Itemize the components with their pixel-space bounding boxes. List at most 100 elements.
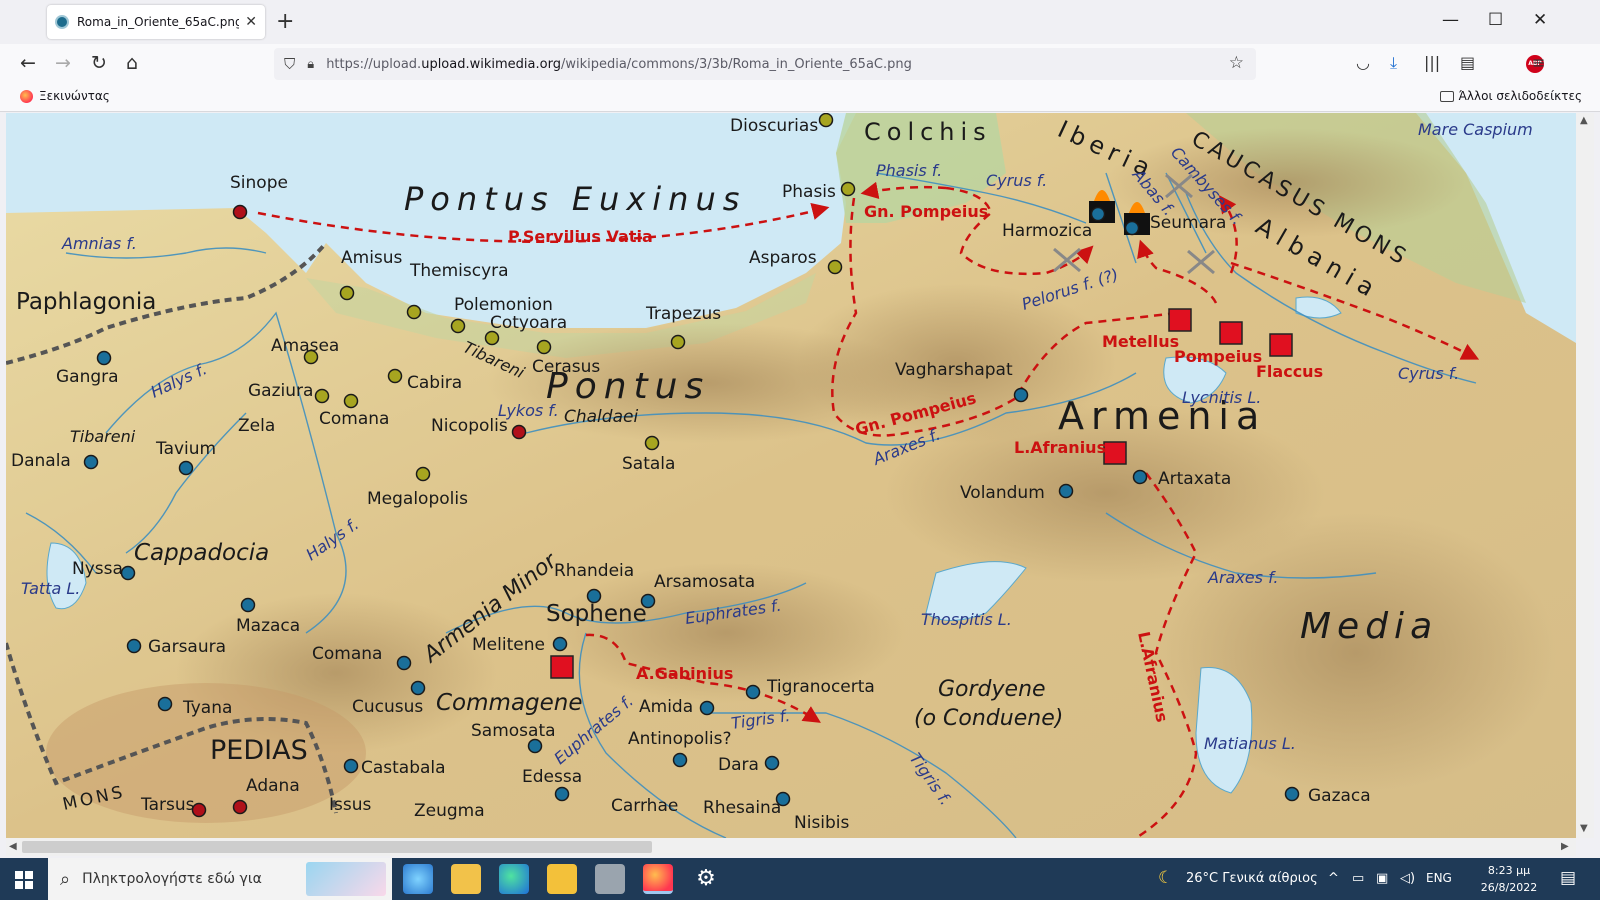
- city-label: Rhandeia: [554, 561, 634, 581]
- scroll-right-icon[interactable]: ▶: [1561, 841, 1569, 852]
- city-label: Harmozica: [1002, 221, 1092, 241]
- label-vatia: P.Servilius Vatia: [508, 227, 653, 246]
- city-marker: [527, 738, 543, 754]
- back-arrow-icon[interactable]: ←: [20, 52, 36, 74]
- city-label: Tavium: [155, 439, 216, 459]
- moon-weather-icon[interactable]: ☾: [1158, 868, 1173, 888]
- minimize-icon[interactable]: —: [1442, 10, 1459, 30]
- city-label: Megalopolis: [367, 489, 468, 509]
- city-label: Melitene: [472, 635, 545, 655]
- label-paphlagonia: Paphlagonia: [16, 289, 156, 315]
- city-marker: [672, 752, 688, 768]
- close-window-icon[interactable]: ✕: [1533, 10, 1547, 30]
- monitor-icon[interactable]: ▣: [1376, 871, 1388, 886]
- other-bookmarks-label: Άλλοι σελιδοδείκτες: [1458, 89, 1582, 103]
- settings-gear-icon[interactable]: ⚙: [691, 864, 721, 894]
- label-chaldaei: Chaldaei: [564, 407, 638, 427]
- edge-browser-icon[interactable]: [499, 864, 529, 894]
- city-marker: [83, 454, 99, 470]
- label-lykos-river: Lykos f.: [498, 401, 559, 420]
- city-marker: [840, 181, 856, 197]
- network-icon[interactable]: ▭: [1352, 871, 1364, 886]
- tray-chevron-up-icon[interactable]: ^: [1328, 871, 1339, 886]
- printer-app-icon[interactable]: [595, 864, 625, 894]
- app-icon-1[interactable]: [403, 864, 433, 894]
- sidebar-icon[interactable]: ▤: [1460, 53, 1475, 72]
- volume-icon[interactable]: ◁): [1400, 871, 1415, 886]
- city-label: Cabira: [407, 373, 462, 393]
- close-tab-icon[interactable]: ✕: [245, 14, 257, 30]
- scroll-left-icon[interactable]: ◀: [9, 841, 17, 852]
- city-label: Castabala: [361, 758, 446, 778]
- library-icon[interactable]: |||: [1424, 53, 1440, 72]
- menu-hamburger-icon[interactable]: ≡: [1532, 53, 1545, 72]
- city-marker: [670, 334, 686, 350]
- firefox-icon: [20, 89, 33, 103]
- city-label: Comana: [319, 409, 389, 429]
- bookmark-star-icon[interactable]: ☆: [1229, 53, 1244, 73]
- image-viewport[interactable]: Sinope Dioscurias Phasis Asparos Amisus Themi…: [6, 113, 1576, 838]
- taskbar-search-box[interactable]: ⌕ Πληκτρολογήστε εδώ για: [48, 858, 392, 900]
- reload-icon[interactable]: ↻: [91, 52, 107, 74]
- city-label: Garsaura: [148, 637, 226, 657]
- city-marker: [484, 330, 500, 346]
- scroll-down-icon[interactable]: ▼: [1580, 823, 1588, 834]
- city-marker: [232, 204, 248, 220]
- downloads-icon[interactable]: ⤓: [1390, 53, 1397, 73]
- city-label: Amasea: [271, 336, 339, 356]
- other-bookmarks[interactable]: Άλλοι σελιδοδείκτες: [1439, 89, 1582, 103]
- bookmark-getting-started[interactable]: Ξεκινώντας: [20, 89, 110, 103]
- tab-title: Roma_in_Oriente_65aC.png (Eu: [77, 15, 240, 29]
- tab-active[interactable]: Roma_in_Oriente_65aC.png (Eu ✕: [47, 5, 265, 39]
- taskbar-clock[interactable]: 8:23 μμ 26/8/2022: [1478, 862, 1540, 896]
- windows-start-icon[interactable]: [15, 871, 33, 889]
- city-label: Artaxata: [1158, 469, 1231, 489]
- language-indicator[interactable]: ENG: [1426, 871, 1452, 885]
- city-marker: [699, 700, 715, 716]
- new-tab-button[interactable]: +: [276, 9, 294, 34]
- city-label: Sinope: [230, 173, 288, 193]
- city-label: Vagharshapat: [895, 360, 1013, 380]
- city-label: Cotyoara: [490, 313, 567, 333]
- horizontal-scrollbar[interactable]: ◀ ▶: [6, 838, 1576, 856]
- city-marker: [314, 388, 330, 404]
- city-marker: [552, 636, 568, 652]
- city-marker: [415, 466, 431, 482]
- city-marker: [410, 680, 426, 696]
- label-cappadocia: Cappadocia: [134, 540, 269, 566]
- shield-icon[interactable]: ⛉: [284, 55, 295, 73]
- pocket-icon[interactable]: ◡: [1356, 53, 1370, 72]
- url-bar[interactable]: ⛉ 🔒︎ https://upload.upload.wikimedia.org…: [274, 48, 1256, 80]
- city-marker: [554, 786, 570, 802]
- forward-arrow-icon[interactable]: →: [55, 52, 71, 74]
- label-pontus-euxinus: Pontus Euxinus: [404, 180, 746, 218]
- navigation-toolbar: ← → ↻ ⌂ ⛉ 🔒︎ https://upload.upload.wikim…: [0, 44, 1600, 84]
- city-label: Amisus: [341, 248, 403, 268]
- city-marker: [396, 655, 412, 671]
- city-marker: [387, 368, 403, 384]
- lock-icon[interactable]: 🔒︎: [307, 57, 314, 72]
- city-label: Tyana: [182, 698, 232, 718]
- city-label: Rhesaina: [703, 798, 781, 818]
- firefox-taskbar-icon[interactable]: [643, 864, 673, 894]
- home-icon[interactable]: ⌂: [126, 52, 138, 74]
- label-pompeius-east: Pompeius: [1174, 347, 1262, 366]
- horizontal-scroll-thumb[interactable]: [22, 841, 652, 853]
- scroll-up-icon[interactable]: ▲: [1580, 115, 1588, 126]
- url-text[interactable]: https://upload.upload.wikimedia.org/wiki…: [326, 57, 912, 72]
- notifications-icon[interactable]: ▤: [1560, 868, 1576, 888]
- mail-app-icon[interactable]: [451, 864, 481, 894]
- city-marker: [1058, 483, 1074, 499]
- weather-text[interactable]: 26°C Γενικά αίθριος: [1186, 871, 1318, 886]
- vertical-scrollbar[interactable]: ▲ ▼: [1576, 113, 1594, 838]
- maximize-icon[interactable]: ☐: [1488, 10, 1503, 30]
- city-marker: [1284, 786, 1300, 802]
- city-marker: [827, 259, 843, 275]
- label-pedias: PEDIAS: [210, 735, 308, 766]
- search-highlight-image: [306, 862, 386, 896]
- file-explorer-icon[interactable]: [547, 864, 577, 894]
- city-marker: [536, 339, 552, 355]
- label-cyrus-river-east: Cyrus f.: [1398, 364, 1459, 383]
- city-label: Polemonion: [454, 295, 553, 315]
- city-label: Gazaca: [1308, 786, 1371, 806]
